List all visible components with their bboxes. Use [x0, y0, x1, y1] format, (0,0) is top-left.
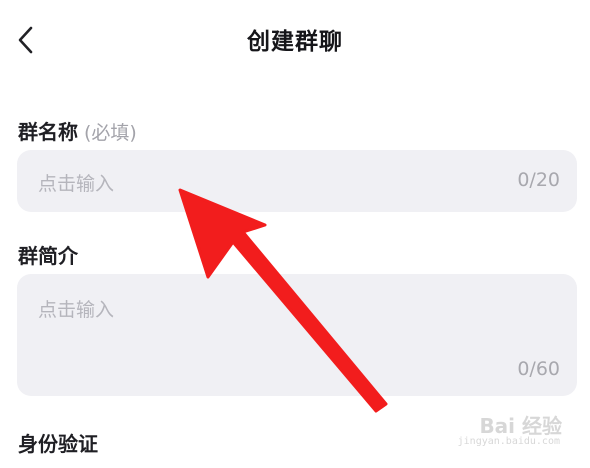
group-name-label: 群名称 (必填) — [18, 116, 137, 145]
identity-verification-label-text: 身份验证 — [18, 432, 98, 456]
group-intro-label-text: 群简介 — [18, 244, 78, 268]
group-intro-placeholder: 点击输入 — [38, 299, 115, 321]
group-intro-textarea[interactable]: 点击输入 0/60 — [17, 274, 577, 396]
page-title: 创建群聊 — [247, 29, 343, 55]
baidu-watermark: Bai 经验 — [479, 414, 562, 438]
group-name-input[interactable]: 点击输入 0/20 — [17, 150, 577, 212]
group-intro-char-counter: 0/60 — [517, 358, 560, 380]
group-intro-label: 群简介 — [18, 240, 78, 269]
required-hint: (必填) — [84, 122, 137, 144]
baidu-watermark-url: jingyan.baidu.com — [457, 436, 560, 447]
identity-verification-label: 身份验证 — [18, 428, 98, 457]
group-name-label-text: 群名称 — [18, 120, 78, 144]
group-name-placeholder: 点击输入 — [38, 173, 115, 195]
top-nav-bar: 创建群聊 — [0, 0, 590, 82]
group-name-char-counter: 0/20 — [517, 169, 560, 191]
